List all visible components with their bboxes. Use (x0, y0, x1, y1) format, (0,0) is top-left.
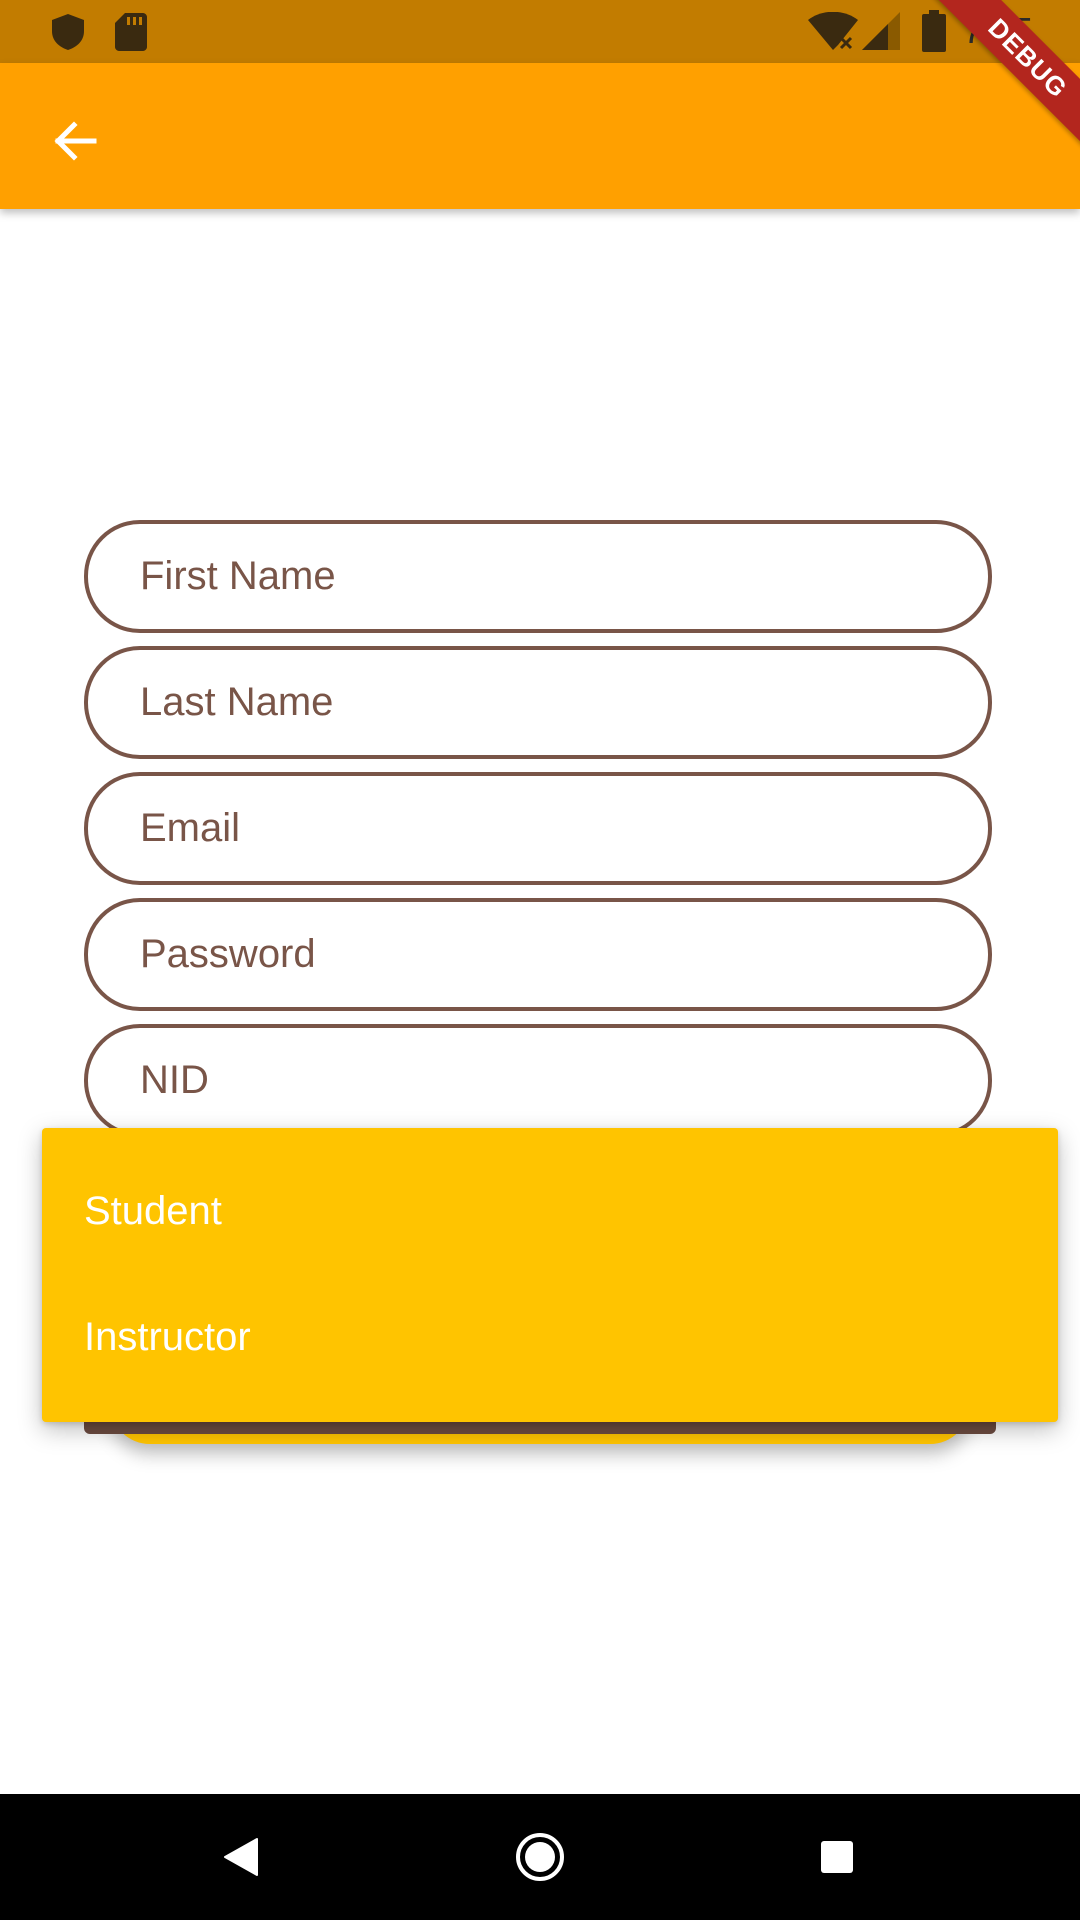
status-bar: 7:15 (0, 0, 1080, 63)
email-field[interactable]: Email (84, 772, 992, 885)
shield-icon (52, 14, 84, 50)
cellular-signal-icon (862, 12, 900, 50)
nav-recents-button[interactable] (804, 1824, 870, 1890)
navigation-bar (0, 1794, 1080, 1920)
status-time: 7:15 (963, 10, 1034, 51)
password-field[interactable]: Password (84, 898, 992, 1011)
home-circle-icon (516, 1833, 564, 1881)
dropdown-option-instructor[interactable]: Instructor (42, 1274, 1058, 1400)
back-triangle-icon (224, 1838, 258, 1876)
battery-icon (922, 10, 946, 52)
sd-card-icon (115, 13, 147, 51)
first-name-field[interactable]: First Name (84, 520, 992, 633)
nav-home-button[interactable] (507, 1824, 573, 1890)
password-label: Password (140, 932, 316, 976)
first-name-label: First Name (140, 554, 336, 598)
email-label: Email (140, 806, 241, 850)
nid-label: NID (140, 1058, 209, 1102)
nav-back-button[interactable] (208, 1824, 274, 1890)
arrow-left-icon (54, 121, 97, 161)
recents-square-icon (821, 1841, 853, 1873)
dropdown-option-label: Student (84, 1188, 222, 1233)
last-name-label: Last Name (140, 680, 334, 724)
last-name-field[interactable]: Last Name (84, 646, 992, 759)
nid-field[interactable]: NID (84, 1024, 992, 1137)
wifi-off-icon (808, 12, 858, 50)
back-button[interactable] (38, 105, 110, 177)
dropdown-option-student[interactable]: Student (42, 1148, 1058, 1274)
dropdown-option-label: Instructor (84, 1314, 251, 1359)
app-bar (0, 63, 1080, 209)
role-dropdown-menu: Student Instructor (42, 1128, 1058, 1422)
